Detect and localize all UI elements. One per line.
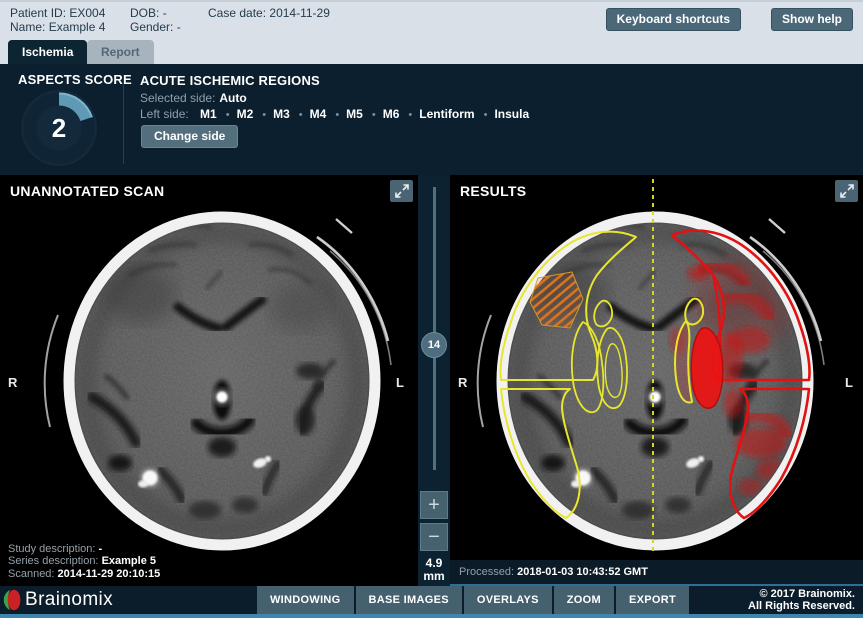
processed-status-bar: Processed: 2018-01-03 10:43:52 GMT [450,560,863,586]
patient-id-name-block: Patient ID: EX004 Name: Example 4 [10,6,105,34]
bottom-accent-strip [0,614,863,618]
minus-icon: − [428,526,440,549]
case-date-label: Case date: [208,6,266,20]
region-lentiform: Lentiform [419,107,494,121]
show-help-button[interactable]: Show help [771,8,853,31]
slice-slider-track[interactable] [433,187,436,470]
case-date-block: Case date: 2014-11-29 [208,6,330,20]
acute-ischemic-regions-title: ACUTE ISCHEMIC REGIONS [140,73,320,88]
windowing-button[interactable]: WINDOWING [257,586,354,614]
aspects-score-panel: ASPECTS SCORE 2 ACUTE ISCHEMIC REGIONS S… [0,64,863,175]
region-m1: M1 [200,107,237,121]
orientation-marker-right: R [458,375,467,390]
brainomix-app-window: Patient ID: EX004 Name: Example 4 DOB: -… [0,0,863,618]
export-button[interactable]: EXPORT [616,586,689,614]
region-insula: Insula [494,107,529,121]
processed-value: 2018-01-03 10:43:52 GMT [517,566,648,578]
selected-side-row: Selected side: Auto [140,91,247,105]
scan-metadata: Study description: - Series description:… [8,543,160,581]
aspects-score-gauge: 2 [19,88,99,168]
region-m4: M4 [310,107,347,121]
dob-gender-block: DOB: - Gender: - [130,6,181,34]
series-description-value: Example 5 [102,555,156,567]
case-date-value: 2014-11-29 [269,6,330,20]
expand-arrows-icon [840,184,854,198]
zoom-in-button[interactable]: + [420,491,448,519]
region-m6: M6 [383,107,420,121]
overlays-button[interactable]: OVERLAYS [464,586,552,614]
change-side-button[interactable]: Change side [141,125,238,148]
score-panel-divider [123,76,124,164]
brand-name: Brainomix [25,589,113,611]
orientation-marker-left: L [396,375,404,390]
tab-bar: Ischemia Report [0,36,863,64]
patient-name-label: Name: [10,20,45,34]
keyboard-shortcuts-button[interactable]: Keyboard shortcuts [606,8,741,31]
region-m2: M2 [237,107,274,121]
orientation-marker-right: R [8,375,17,390]
unannotated-scan-panel[interactable]: UNANNOTATED SCAN R L Study description: … [0,175,418,586]
unannotated-scan-title: UNANNOTATED SCAN [10,183,164,199]
slice-thickness-readout: 4.9 mm [418,557,450,583]
bottom-toolbar: Brainomix WINDOWING BASE IMAGES OVERLAYS… [0,586,863,614]
patient-id-value: EX004 [69,6,105,20]
expand-unannotated-button[interactable] [390,180,413,202]
copyright-line2: All Rights Reserved. [748,600,855,612]
dob-label: DOB: [130,6,159,20]
tab-report[interactable]: Report [87,40,154,64]
copyright-notice: © 2017 Brainomix. All Rights Reserved. [748,588,855,612]
region-m5: M5 [346,107,383,121]
selected-side-value: Auto [219,91,246,105]
gender-label: Gender: [130,20,173,34]
aspects-score-value: 2 [19,88,99,168]
viewer-area: UNANNOTATED SCAN R L Study description: … [0,175,863,586]
series-description-label: Series description: [8,555,99,567]
dob-value: - [163,6,167,20]
slice-thickness-unit: mm [418,570,450,583]
tab-ischemia[interactable]: Ischemia [8,40,87,64]
expand-results-button[interactable] [835,180,858,202]
results-title: RESULTS [460,183,526,199]
zoom-button[interactable]: ZOOM [554,586,614,614]
aspects-score-title: ASPECTS SCORE [18,72,132,87]
scanned-label: Scanned: [8,568,54,580]
results-panel[interactable]: RESULTS R L Processed: 2018-01-03 10:43:… [450,175,863,586]
side-list-label: Left side: [140,107,189,121]
orientation-marker-left: L [845,375,853,390]
expand-arrows-icon [395,184,409,198]
results-ct-image[interactable] [450,175,863,586]
slice-slider-handle[interactable]: 14 [421,332,447,358]
study-description-value: - [99,543,103,555]
patient-header-bar: Patient ID: EX004 Name: Example 4 DOB: -… [0,0,863,36]
study-description-label: Study description: [8,543,95,555]
plus-icon: + [428,494,440,517]
selected-side-label: Selected side: [140,91,215,105]
brainomix-logo-icon [3,589,21,616]
affected-regions-row: Left side: M1M2M3M4M5M6LentiformInsula [140,107,529,121]
base-images-button[interactable]: BASE IMAGES [356,586,462,614]
region-m3: M3 [273,107,310,121]
scanned-value: 2014-11-29 20:10:15 [58,568,161,580]
patient-name-value: Example 4 [49,20,106,34]
unannotated-ct-image[interactable] [0,175,418,586]
gender-value: - [177,20,181,34]
processed-label: Processed: [459,566,514,578]
patient-id-label: Patient ID: [10,6,66,20]
copyright-line1: © 2017 Brainomix. [748,588,855,600]
slice-control-column: 14 + − 4.9 mm [418,175,450,586]
toolbar-buttons: WINDOWING BASE IMAGES OVERLAYS ZOOM EXPO… [257,586,689,614]
zoom-out-button[interactable]: − [420,523,448,551]
